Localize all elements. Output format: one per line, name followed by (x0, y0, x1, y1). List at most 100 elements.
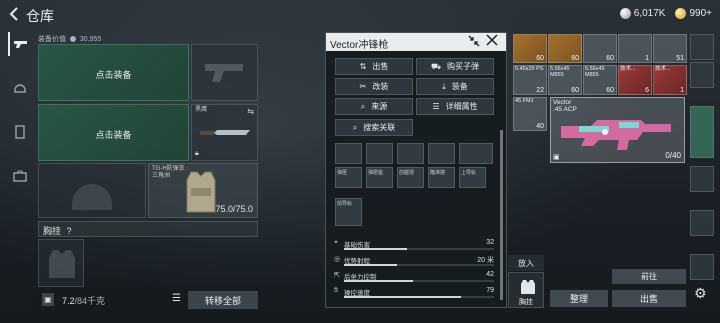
inventory-item[interactable]: 60 (548, 34, 582, 63)
inventory-item[interactable]: 5.56x45 M855 60 (583, 65, 617, 95)
primary-weapon-slot[interactable]: 点击装备 (38, 44, 189, 101)
modify-button[interactable]: ✂ 改装 (335, 78, 413, 95)
container-tab[interactable] (690, 34, 714, 60)
equip-slot-1-label: 点击装备 (95, 70, 132, 80)
knife-caption: 黑鹰 (195, 107, 208, 113)
container-tab[interactable] (690, 166, 714, 192)
secondary-weapon-slot[interactable]: 点击装备 (38, 104, 189, 161)
search-icon: ⌕ (352, 122, 358, 132)
vector-ammo: 0/40 (665, 151, 681, 160)
gold-currency[interactable]: 990+ (675, 8, 712, 19)
vest-silhouette-icon (49, 250, 75, 278)
container-tabs (688, 34, 718, 289)
container-tab-active[interactable] (690, 106, 714, 158)
sell-button[interactable]: ⇅ 出售 (335, 58, 413, 75)
stat-effective-range: ◎ 优势射程 20 米 (334, 256, 494, 266)
inventory-item[interactable]: 60 (513, 34, 547, 63)
page-title: 仓库 (26, 8, 54, 24)
pistol-slot[interactable] (191, 44, 258, 101)
help-icon[interactable]: ? (67, 226, 72, 236)
lock-icon: ▣ (553, 154, 560, 161)
container-tab[interactable] (690, 254, 714, 280)
attachment-slot[interactable] (366, 143, 393, 164)
vector-smg-icon (561, 120, 671, 150)
gold-amount: 990+ (689, 8, 712, 20)
drop-in-label[interactable]: 放入 (508, 255, 544, 271)
modify-icon: ✂ (359, 82, 367, 91)
source-button[interactable]: ⌕ 来源 (335, 98, 413, 115)
container-tab[interactable] (690, 62, 714, 88)
equip-slot-2-label: 点击装备 (95, 130, 132, 140)
melee-slot[interactable]: 黑鹰 ⇆ 🔒︎ (191, 104, 258, 161)
helmet-silhouette-icon (72, 184, 112, 210)
helmet-tab-icon[interactable] (8, 76, 32, 100)
vector-name: Vector .45 ACP (553, 99, 577, 113)
top-bar: 仓库 6,017K 990+ (0, 0, 720, 30)
silver-coin-icon (619, 8, 631, 19)
attachment-slot[interactable]: 弹匣座 (366, 167, 393, 188)
chest-rig-label: 胸挂 ? (43, 226, 72, 236)
chest-rig-drop-slot[interactable]: 胸挂 (508, 272, 544, 308)
attachment-slot[interactable]: 前握把 (397, 167, 424, 188)
stat-fill (344, 264, 397, 266)
search-related-button[interactable]: ⌕ 搜索关联 (335, 119, 413, 136)
attachment-slot[interactable] (459, 143, 493, 164)
weight-capacity: /84千克 (74, 296, 106, 306)
inventory-item[interactable]: 60 (583, 34, 617, 63)
handling-icon: ✋︎ (334, 287, 338, 294)
container-tab[interactable] (690, 210, 714, 236)
case-tab-icon[interactable] (8, 164, 32, 188)
inventory-item[interactable]: 45 FMJ 40 (513, 97, 547, 131)
silver-currency: 6,017K (619, 8, 666, 20)
attachment-slot[interactable] (335, 143, 362, 164)
pistol-icon (205, 64, 243, 82)
inventory-item[interactable]: 51 (653, 34, 687, 63)
chest-rig-slot[interactable] (38, 239, 84, 287)
weapon-tab-icon[interactable] (8, 32, 32, 56)
vector-smg-item[interactable]: Vector .45 ACP ▣ 0/40 (550, 97, 685, 163)
settings-gear-icon[interactable]: ⚙ (694, 285, 707, 302)
inventory-item[interactable]: 技术... 1 (653, 65, 687, 95)
equip-button[interactable]: ⤓ 装备 (416, 78, 494, 95)
back-arrow-icon[interactable] (8, 7, 20, 25)
weight-value: 7.2 (62, 296, 75, 306)
inventory-item[interactable]: 技术... 6 (618, 65, 652, 95)
buy-ammo-icon: ⛟ (430, 61, 442, 71)
popup-scrollbar[interactable] (500, 130, 503, 300)
stat-fill (344, 248, 407, 250)
item-detail-popup: Vector冲锋枪 ⇅ 出售 ⛟ 购买子弹 ✂ 改装 ⤓ 装备 ⌕ 来源 ☰ 详细属性 ⌕ 搜… (325, 32, 507, 308)
damage-icon: ⌖ (334, 239, 338, 246)
attachment-slot[interactable]: 上导轨 (459, 167, 486, 188)
armor-slot[interactable]: TG-H防弹衣 三角洲 75.0/75.0 (148, 163, 258, 218)
buy-ammo-button[interactable]: ⛟ 购买子弹 (416, 58, 494, 75)
range-icon: ◎ (334, 256, 341, 263)
attachment-slot[interactable]: 瞄准镜 (428, 167, 455, 188)
lock-icon: 🔒︎ (195, 150, 199, 157)
helmet-slot[interactable] (38, 163, 146, 218)
attachment-slot[interactable]: 前导轨 (335, 198, 362, 226)
sell-bulk-button[interactable]: 出售 (612, 290, 686, 307)
go-to-button[interactable]: 前往 (612, 269, 686, 284)
attachment-slot[interactable]: 弹匣 (335, 167, 362, 188)
equipment-panel: 装备价值 30,955 点击装备 点击装备 黑鹰 ⇆ 🔒︎ TG-H防弹衣 三角洲… (36, 32, 260, 323)
transfer-all-button[interactable]: 转移全部 (188, 291, 258, 309)
details-icon: ☰ (432, 102, 440, 111)
close-icon[interactable] (486, 34, 500, 48)
swap-icon[interactable]: ⇆ (247, 107, 254, 116)
chip-tab-icon[interactable] (8, 120, 32, 144)
attachment-slot[interactable] (428, 143, 455, 164)
vest-icon (521, 280, 535, 294)
equipment-value-number: 30,955 (79, 36, 102, 43)
weight-display: 7.2/84千克 (62, 294, 105, 307)
inventory-item[interactable]: 5.56x45 M855 60 (548, 65, 582, 95)
details-button[interactable]: ☰ 详细属性 (416, 98, 494, 115)
sort-button[interactable]: 整理 (550, 290, 608, 307)
collapse-icon[interactable] (468, 35, 480, 47)
silver-amount: 6,017K (633, 8, 666, 20)
stat-base-damage: ⌖ 基础伤害 32 (334, 239, 494, 250)
inventory-item[interactable]: 1 (618, 34, 652, 63)
attachment-slot[interactable] (397, 143, 424, 164)
inventory-item[interactable]: 5.45x39 PS 22 (513, 65, 547, 95)
list-icon[interactable]: ☰ (172, 293, 181, 304)
equipment-value-label: 装备价值 (38, 36, 66, 43)
